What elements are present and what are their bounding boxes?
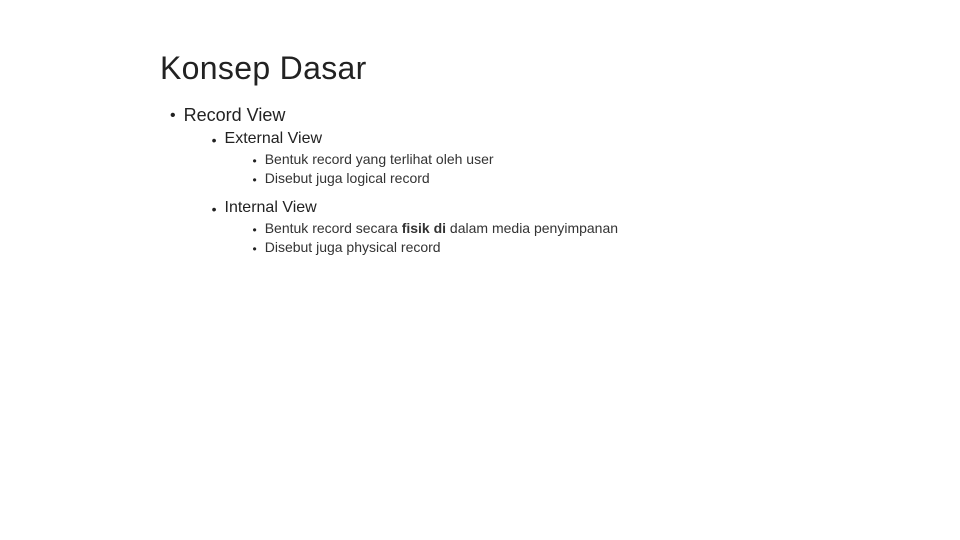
internal-view-item2: Disebut juga physical record [265,239,441,255]
list-item: • External View • Bentuk record yang ter… [212,130,618,189]
bullet-icon: • [212,132,217,148]
internal-view-label: Internal View [225,199,317,216]
list-item: • Bentuk record yang terlihat oleh user [253,151,494,168]
record-view-label: Record View [184,105,286,125]
list-item: • Internal View • Bentuk record secara f… [212,199,618,258]
level1-list: • Record View • External View • Bentuk r… [170,105,800,260]
slide-title: Konsep Dasar [160,50,800,87]
level3-list: • Bentuk record secara fisik di dalam me… [253,220,619,256]
bullet-icon: • [253,154,257,168]
bullet-icon: • [170,107,176,125]
bullet-icon: • [253,242,257,256]
slide-container: Konsep Dasar • Record View • External Vi… [0,0,960,540]
bold-fisik: fisik di [402,220,446,236]
level3-list: • Bentuk record yang terlihat oleh user … [253,151,494,187]
external-view-item1: Bentuk record yang terlihat oleh user [265,151,494,167]
external-view-item2: Disebut juga logical record [265,170,430,186]
bullet-icon: • [253,173,257,187]
external-view-label: External View [225,130,323,147]
list-item: • Bentuk record secara fisik di dalam me… [253,220,619,237]
bullet-icon: • [253,223,257,237]
list-item: • Record View • External View • Bentuk r… [170,105,800,260]
level2-list: • External View • Bentuk record yang ter… [212,130,618,258]
internal-view-item1: Bentuk record secara fisik di dalam medi… [265,220,618,236]
list-item: • Disebut juga physical record [253,239,619,256]
bullet-icon: • [212,201,217,217]
list-item: • Disebut juga logical record [253,170,494,187]
